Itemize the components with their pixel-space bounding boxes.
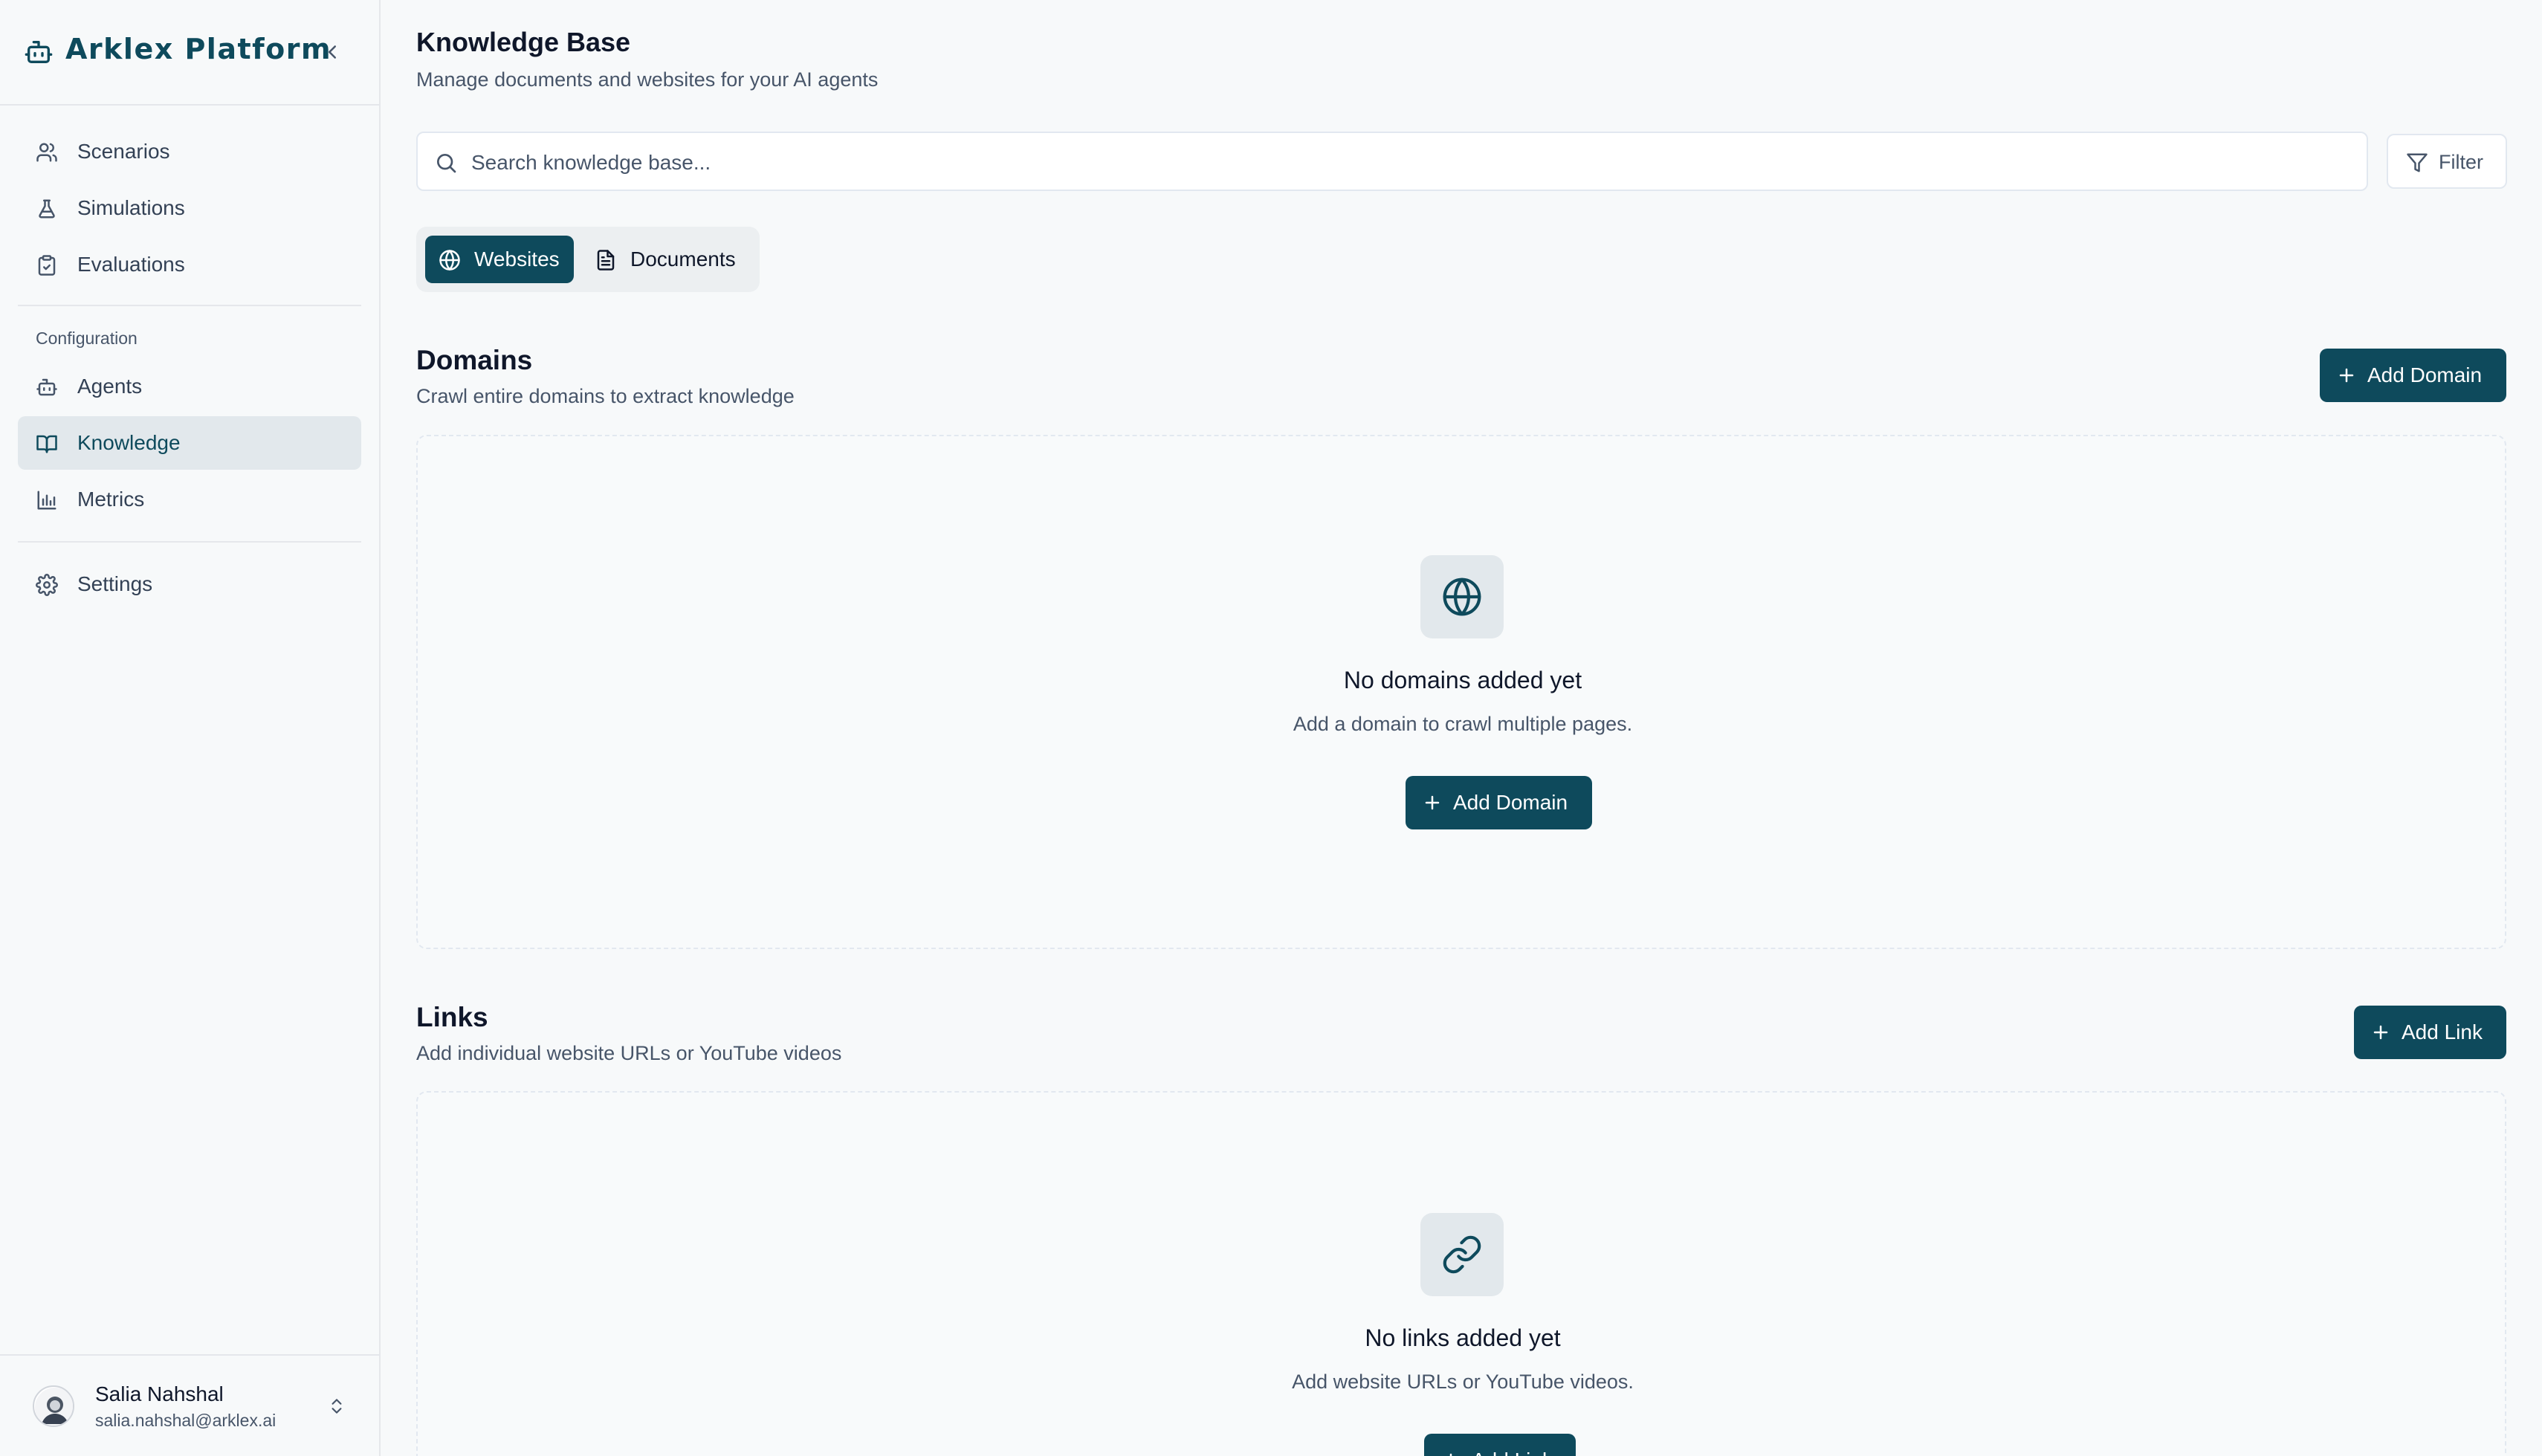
empty-add-link-button[interactable]: Add Link [1424, 1434, 1576, 1456]
sidebar-divider [18, 541, 361, 543]
empty-add-domain-button[interactable]: Add Domain [1406, 776, 1592, 829]
plus-icon [2339, 368, 2354, 383]
nav-item-agents[interactable]: Agents [18, 360, 361, 413]
add-domain-button[interactable]: Add Domain [2320, 349, 2506, 402]
add-link-button[interactable]: Add Link [2354, 1006, 2506, 1059]
chevrons-up-down-icon[interactable] [327, 1393, 346, 1420]
user-name: Salia Nahshal [95, 1382, 224, 1405]
nav-label: Knowledge [77, 431, 181, 454]
nav-item-knowledge[interactable]: Knowledge [18, 416, 361, 470]
empty-title: No domains added yet [1343, 667, 1582, 693]
clipboard-check-icon [38, 255, 56, 276]
links-empty-state: No links added yet Add website URLs or Y… [416, 1091, 2506, 1456]
configuration-section-label: Configuration [36, 329, 138, 348]
flask-icon [39, 199, 55, 219]
sidebar: Arklex Platform Scenarios Simulations Ev… [0, 0, 381, 1456]
links-description: Add individual website URLs or YouTube v… [416, 1042, 842, 1064]
main-content: Knowledge Base Manage documents and webs… [381, 0, 2542, 1456]
collapse-sidebar-icon[interactable] [321, 37, 343, 67]
globe-icon-tile [1420, 555, 1504, 638]
nav-item-scenarios[interactable]: Scenarios [18, 125, 361, 178]
domains-title: Domains [416, 345, 533, 375]
domains-description: Crawl entire domains to extract knowledg… [416, 385, 795, 407]
source-tabs: Websites Documents [416, 227, 760, 292]
page-subtitle: Manage documents and websites for your A… [416, 68, 879, 91]
nav-label: Evaluations [77, 253, 185, 276]
domains-empty-state: No domains added yet Add a domain to cra… [416, 435, 2506, 949]
file-text-icon [597, 250, 615, 271]
add-link-label: Add Link [1472, 1449, 1553, 1456]
tab-documents[interactable]: Documents [581, 236, 751, 283]
bot-icon [36, 378, 57, 396]
bar-chart-icon [37, 491, 56, 510]
nav-label: Scenarios [77, 140, 170, 163]
filter-button[interactable]: Filter [2387, 134, 2507, 189]
nav-label: Metrics [77, 488, 145, 511]
user-menu[interactable]: Salia Nahshal salia.nahshal@arklex.ai [0, 1354, 379, 1456]
user-email: salia.nahshal@arklex.ai [95, 1411, 276, 1430]
plus-icon [1425, 795, 1440, 810]
plus-icon [1449, 1453, 1452, 1456]
gear-icon [36, 574, 58, 596]
links-title: Links [416, 1002, 488, 1032]
tab-websites[interactable]: Websites [425, 236, 574, 283]
nav-item-metrics[interactable]: Metrics [18, 473, 361, 526]
empty-description: Add a domain to crawl multiple pages. [1293, 713, 1633, 735]
nav-item-settings[interactable]: Settings [18, 557, 361, 611]
empty-title: No links added yet [1365, 1324, 1561, 1351]
filter-label: Filter [2439, 151, 2483, 173]
globe-icon [1443, 577, 1481, 616]
add-domain-label: Add Domain [2367, 363, 2483, 386]
tab-label: Websites [474, 247, 560, 271]
search-input[interactable] [471, 146, 2344, 179]
nav-label: Agents [77, 375, 143, 398]
nav-label: Simulations [77, 196, 185, 219]
link-icon [1443, 1235, 1481, 1274]
filter-icon [2407, 153, 2428, 172]
add-link-label: Add Link [2402, 1020, 2483, 1044]
plus-icon [2373, 1025, 2388, 1040]
globe-icon [439, 250, 460, 271]
nav-label: Settings [77, 572, 153, 595]
add-domain-label: Add Domain [1453, 791, 1568, 814]
bot-logo-icon [25, 41, 53, 64]
avatar-image [35, 1388, 73, 1426]
book-open-icon [36, 435, 57, 453]
empty-description: Add website URLs or YouTube videos. [1292, 1371, 1634, 1393]
tab-label: Documents [630, 247, 736, 271]
search-icon [437, 154, 456, 173]
nav-item-evaluations[interactable]: Evaluations [18, 238, 361, 291]
search-box[interactable] [416, 132, 2368, 191]
link-icon-tile [1420, 1213, 1504, 1296]
page-title: Knowledge Base [416, 27, 631, 57]
brand-name: Arklex Platform [65, 33, 332, 65]
nav-item-simulations[interactable]: Simulations [18, 181, 361, 235]
sidebar-divider [18, 305, 361, 306]
brand-header: Arklex Platform [0, 0, 379, 106]
users-icon [36, 143, 57, 162]
avatar [33, 1385, 74, 1427]
